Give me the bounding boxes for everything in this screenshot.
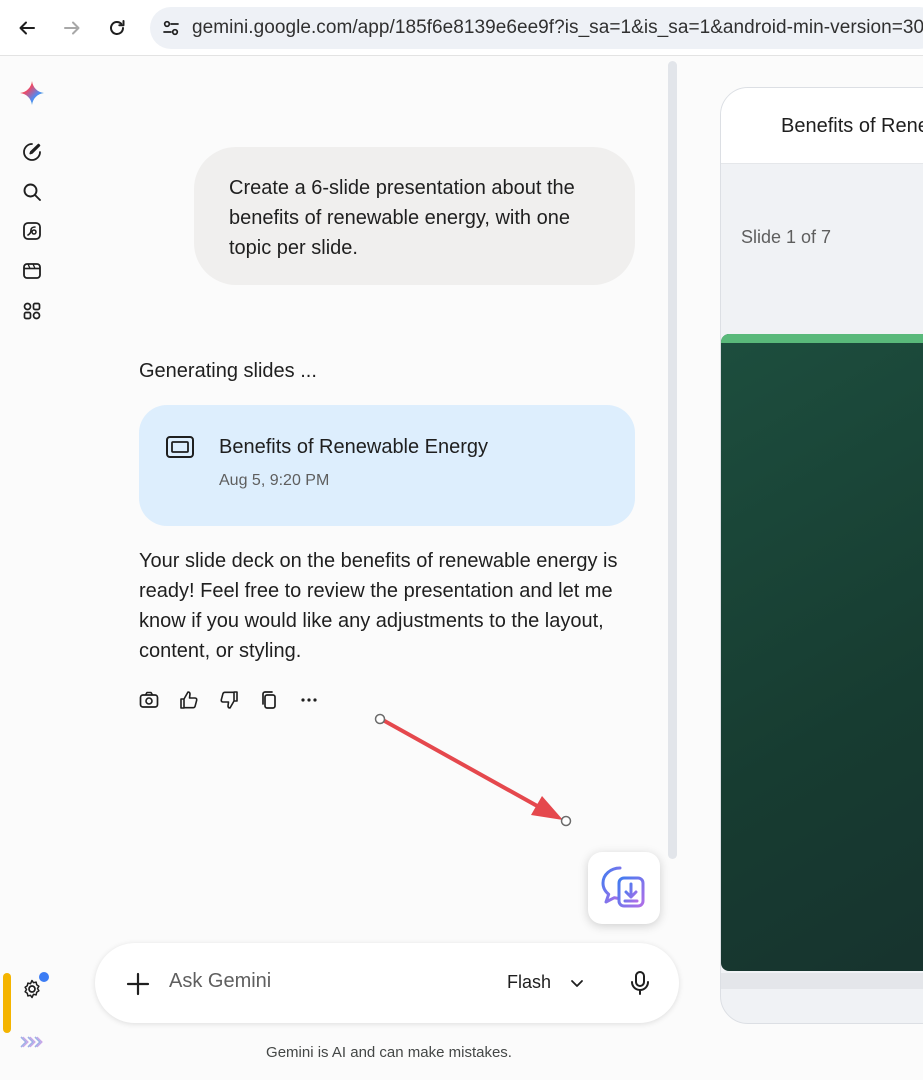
screenshot-button[interactable] (137, 688, 161, 712)
arrow-right-icon (64, 21, 80, 35)
back-button[interactable] (11, 12, 43, 44)
add-button[interactable] (125, 971, 151, 997)
user-message-text: Create a 6-slide presentation about the … (229, 177, 575, 259)
apps-icon (23, 302, 41, 320)
canvas-panel: Benefits of Renewable Energy Slide 1 of … (720, 87, 923, 1024)
search-button[interactable] (20, 180, 44, 204)
thumbs-down-icon (220, 691, 238, 709)
video-button[interactable] (20, 259, 44, 283)
disclaimer-text: Gemini is AI and can make mistakes. (266, 1044, 512, 1061)
tune-icon (163, 20, 179, 36)
model-label: Flash (507, 972, 552, 992)
microphone-icon (631, 971, 649, 995)
slide-preview[interactable] (721, 334, 923, 971)
slide-counter: Slide 1 of 7 (741, 227, 832, 247)
model-selector[interactable]: Flash (507, 972, 585, 993)
apps-button[interactable] (20, 299, 44, 323)
settings-button[interactable] (20, 972, 49, 1001)
url-text[interactable]: gemini.google.com/app/185f6e8139e6ee9f?i… (192, 17, 923, 39)
copy-icon (262, 691, 276, 709)
rail-accent-bar (3, 973, 11, 1033)
slide-accent-stripe (721, 334, 923, 343)
gallery-button[interactable] (20, 219, 44, 243)
presentation-card-title: Benefits of Renewable Energy (219, 436, 489, 458)
notification-dot (39, 972, 49, 982)
prompt-bar: Ask Gemini Flash (95, 943, 679, 1023)
canvas-title: Benefits of Renewable Energy (781, 115, 923, 137)
slide-footer (721, 973, 923, 989)
gallery-icon (23, 222, 41, 240)
site-info-button[interactable] (150, 7, 192, 49)
chevron-down-icon (571, 979, 583, 987)
generating-status: Generating slides ... (139, 360, 317, 382)
slides-icon (166, 436, 194, 458)
forward-button[interactable] (56, 12, 88, 44)
video-icon (23, 263, 41, 279)
user-message-bubble: Create a 6-slide presentation about the … (194, 147, 635, 285)
gear-icon (24, 979, 40, 999)
more-icon (301, 698, 317, 702)
chat-download-icon (601, 866, 645, 908)
browser-toolbar: gemini.google.com/app/185f6e8139e6ee9f?i… (0, 0, 923, 56)
thumbs-down-button[interactable] (217, 688, 241, 712)
search-icon (23, 183, 41, 201)
response-actions (137, 688, 321, 714)
copy-button[interactable] (257, 688, 281, 712)
assistant-reply: Your slide deck on the benefits of renew… (139, 550, 618, 662)
canvas-header: Benefits of Renewable Energy (721, 88, 923, 164)
more-options-button[interactable] (297, 688, 321, 712)
presentation-card-date: Aug 5, 9:20 PM (219, 472, 330, 489)
presentation-card[interactable]: Benefits of Renewable Energy Aug 5, 9:20… (139, 405, 635, 526)
chat-scrollbar[interactable] (668, 61, 677, 859)
extension-button[interactable] (588, 852, 660, 924)
arrow-left-icon (19, 21, 35, 35)
reload-button[interactable] (101, 12, 133, 44)
thumbs-up-icon (180, 691, 198, 709)
camera-icon (139, 691, 159, 708)
reload-icon (110, 20, 125, 35)
microphone-button[interactable] (628, 970, 652, 996)
gemini-logo-icon[interactable] (19, 80, 45, 106)
prompt-input[interactable]: Ask Gemini (169, 970, 271, 993)
new-chat-button[interactable] (20, 140, 44, 164)
thumbs-up-button[interactable] (177, 688, 201, 712)
new-chat-icon (23, 143, 41, 161)
address-bar[interactable]: gemini.google.com/app/185f6e8139e6ee9f?i… (150, 7, 923, 49)
plus-icon (126, 972, 150, 996)
